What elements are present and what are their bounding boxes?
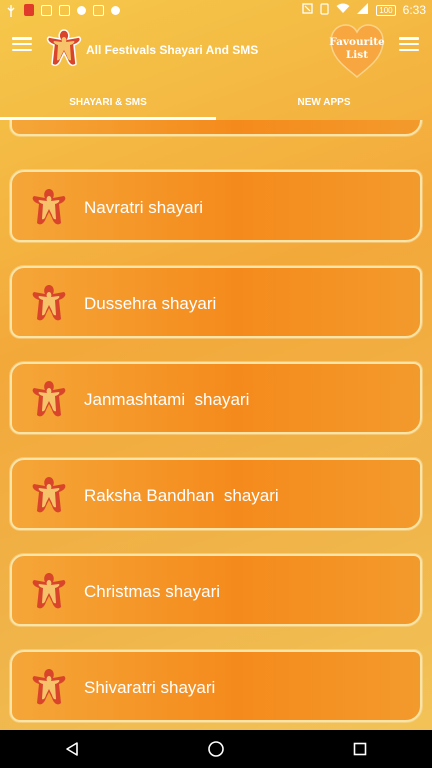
calendar-icon bbox=[93, 4, 104, 16]
tab-shayari-sms[interactable]: SHAYARI & SMS bbox=[0, 84, 216, 120]
menu-icon-line bbox=[399, 42, 419, 46]
wifi-icon bbox=[336, 3, 350, 17]
image-icon bbox=[41, 4, 52, 16]
list-item[interactable] bbox=[10, 120, 422, 136]
system-nav-bar bbox=[0, 730, 432, 768]
favourite-label-line1: Favourite bbox=[329, 36, 385, 48]
festival-logo-icon bbox=[30, 283, 68, 323]
vibrate-icon bbox=[320, 2, 329, 18]
list-item-navratri[interactable]: Navratri shayari bbox=[10, 170, 422, 242]
list-item-dussehra[interactable]: Dussehra shayari bbox=[10, 266, 422, 338]
circle-notification-icon bbox=[111, 5, 120, 15]
list-item-christmas[interactable]: Christmas shayari bbox=[10, 554, 422, 626]
list-item-raksha-bandhan[interactable]: Raksha Bandhan shayari bbox=[10, 458, 422, 530]
festival-logo-icon bbox=[30, 120, 68, 121]
festival-logo-icon bbox=[30, 379, 68, 419]
festival-logo-icon bbox=[30, 667, 68, 707]
recents-button[interactable] bbox=[340, 734, 380, 764]
drawer-menu-button[interactable] bbox=[12, 37, 32, 51]
festival-logo-icon bbox=[30, 187, 68, 227]
menu-icon-line bbox=[399, 37, 419, 40]
battery-indicator: 100 bbox=[376, 4, 396, 16]
menu-icon-line bbox=[12, 48, 32, 51]
nfc-icon bbox=[302, 3, 313, 17]
app-bar: All Festivals Shayari And SMS Favourite … bbox=[0, 20, 432, 84]
list-item-label: Dussehra shayari bbox=[84, 294, 217, 313]
list-item-label: Christmas shayari bbox=[84, 582, 221, 601]
status-system: 100 6:33 bbox=[302, 2, 426, 18]
status-notifications bbox=[6, 4, 120, 17]
favourite-list-button[interactable]: Favourite List bbox=[328, 22, 386, 80]
home-button[interactable] bbox=[196, 734, 236, 764]
clock: 6:33 bbox=[402, 3, 426, 17]
favourite-label: Favourite List bbox=[328, 36, 386, 62]
list-item-shivaratri[interactable]: Shivaratri shayari bbox=[10, 650, 422, 722]
home-icon bbox=[208, 741, 224, 757]
back-icon bbox=[66, 742, 78, 756]
recents-icon bbox=[353, 742, 367, 756]
list-item-label: Shivaratri shayari bbox=[84, 678, 216, 697]
tab-new-apps[interactable]: NEW APPS bbox=[216, 84, 432, 120]
list-item-label: Raksha Bandhan shayari bbox=[84, 486, 279, 505]
festival-logo-icon bbox=[30, 475, 68, 515]
bulb-icon bbox=[77, 5, 86, 15]
menu-icon-line bbox=[399, 48, 419, 51]
status-bar: 100 6:33 bbox=[0, 0, 432, 20]
list-item-label: Janmashtami shayari bbox=[84, 390, 250, 409]
favourite-label-line2: List bbox=[345, 49, 369, 61]
app-title: All Festivals Shayari And SMS bbox=[86, 43, 259, 57]
festival-logo-icon bbox=[46, 28, 82, 68]
signal-icon bbox=[357, 3, 369, 17]
notification-icon bbox=[59, 4, 70, 16]
list-item-label: Navratri shayari bbox=[84, 198, 204, 217]
festival-list[interactable]: Navratri shayari Dussehra shayari Janmas… bbox=[0, 120, 432, 730]
list-item-janmashtami[interactable]: Janmashtami shayari bbox=[10, 362, 422, 434]
app-notification-icon bbox=[24, 4, 34, 16]
menu-icon-line bbox=[12, 37, 32, 40]
back-button[interactable] bbox=[52, 734, 92, 764]
tab-bar: SHAYARI & SMS NEW APPS bbox=[0, 84, 432, 120]
festival-logo-icon bbox=[30, 571, 68, 611]
usb-icon bbox=[6, 4, 17, 17]
menu-icon-line bbox=[12, 42, 32, 46]
overflow-menu-button[interactable] bbox=[399, 37, 419, 51]
